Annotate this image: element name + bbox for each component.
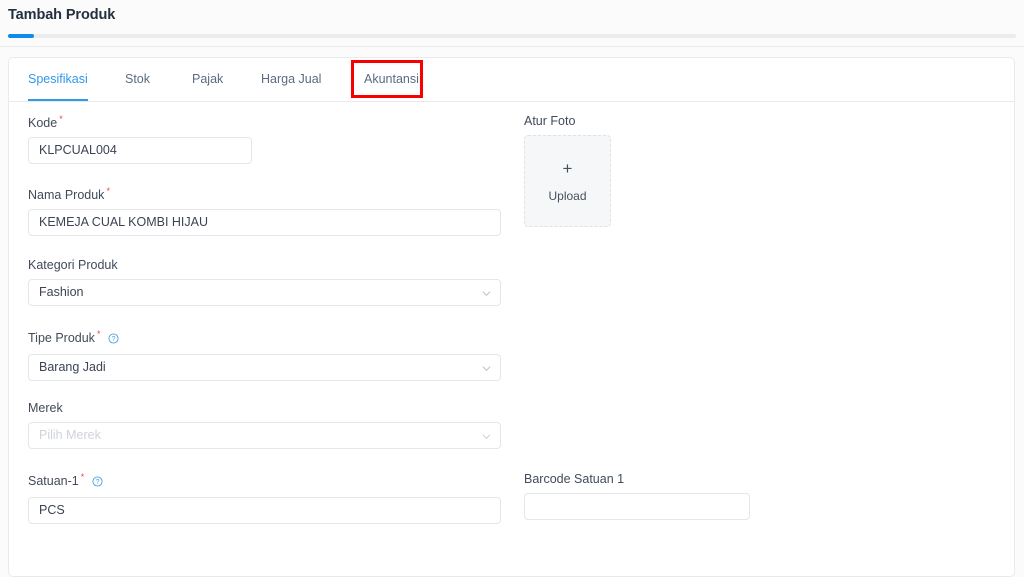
help-circle-icon[interactable]: ?: [92, 476, 103, 490]
label-merek: Merek: [28, 401, 63, 415]
label-nama-produk: Nama Produk *: [28, 186, 501, 202]
tab-harga-jual[interactable]: Harga Jual: [261, 58, 321, 101]
tab-pajak[interactable]: Pajak: [192, 58, 223, 101]
required-marker: *: [106, 186, 110, 196]
required-marker: *: [96, 329, 101, 339]
form-body: Kode * KLPCUAL004 Nama Produk * KEMEJA CUA…: [9, 102, 1014, 576]
select-merek[interactable]: Pilih Merek: [28, 422, 501, 449]
required-marker: *: [59, 114, 63, 124]
field-kategori-produk: Kategori Produk Fashion: [28, 258, 501, 306]
input-barcode-satuan-1[interactable]: [524, 493, 750, 520]
select-tipe-produk[interactable]: Barang Jadi: [28, 354, 501, 382]
required-marker: *: [80, 472, 85, 482]
select-tipe-produk-value: Barang Jadi: [39, 360, 106, 375]
label-barcode-satuan-1: Barcode Satuan 1: [524, 472, 625, 486]
svg-text:?: ?: [95, 479, 99, 486]
label-nama-produk-text: Nama Produk: [28, 188, 105, 203]
label-tipe-produk: Tipe Produk * ?: [28, 329, 501, 347]
select-kategori-produk[interactable]: Fashion: [28, 279, 501, 306]
chevron-down-icon: [482, 366, 491, 372]
select-kategori-produk-value: Fashion: [39, 285, 84, 299]
field-barcode-satuan-1: Barcode Satuan 1: [524, 472, 750, 520]
label-kode: Kode *: [28, 114, 252, 130]
plus-icon: +: [562, 158, 573, 178]
field-merek: Merek Pilih Merek: [28, 401, 501, 449]
page-header: Tambah Produk: [0, 0, 1024, 47]
upload-label: Upload: [548, 188, 587, 203]
input-nama-produk[interactable]: KEMEJA CUAL KOMBI HIJAU: [28, 209, 501, 237]
select-merek-placeholder: Pilih Merek: [39, 428, 101, 442]
label-kode-text: Kode: [28, 116, 58, 131]
chevron-down-icon: [482, 434, 491, 440]
field-nama-produk: Nama Produk * KEMEJA CUAL KOMBI HIJAU: [28, 186, 501, 237]
field-kode: Kode * KLPCUAL004: [28, 114, 252, 165]
field-atur-foto: Atur Foto + Upload: [524, 114, 724, 227]
svg-text:?: ?: [112, 336, 116, 343]
tab-bar: Spesifikasi Stok Pajak Harga Jual Akunta…: [9, 58, 1014, 102]
label-satuan-1: Satuan-1 * ?: [28, 472, 501, 490]
tab-spesifikasi[interactable]: Spesifikasi: [28, 58, 88, 101]
tab-akuntansi[interactable]: Akuntansi: [364, 58, 419, 101]
label-kategori-produk: Kategori Produk: [28, 258, 118, 272]
progress-track: [8, 34, 1016, 38]
input-satuan-1[interactable]: PCS: [28, 497, 501, 525]
upload-photo-button[interactable]: + Upload: [524, 135, 611, 227]
chevron-down-icon: [482, 291, 491, 297]
field-tipe-produk: Tipe Produk * ? Barang Jadi: [28, 329, 501, 382]
product-form-card: Spesifikasi Stok Pajak Harga Jual Akunta…: [8, 57, 1015, 577]
tab-stok[interactable]: Stok: [125, 58, 150, 101]
field-satuan-1: Satuan-1 * ? PCS: [28, 472, 501, 525]
label-tipe-produk-text: Tipe Produk: [28, 331, 95, 346]
page-title: Tambah Produk: [8, 7, 116, 23]
help-circle-icon[interactable]: ?: [108, 333, 119, 347]
label-satuan-1-text: Satuan-1: [28, 474, 79, 489]
input-kode[interactable]: KLPCUAL004: [28, 137, 252, 165]
progress-fill: [8, 34, 34, 38]
label-atur-foto: Atur Foto: [524, 114, 576, 128]
